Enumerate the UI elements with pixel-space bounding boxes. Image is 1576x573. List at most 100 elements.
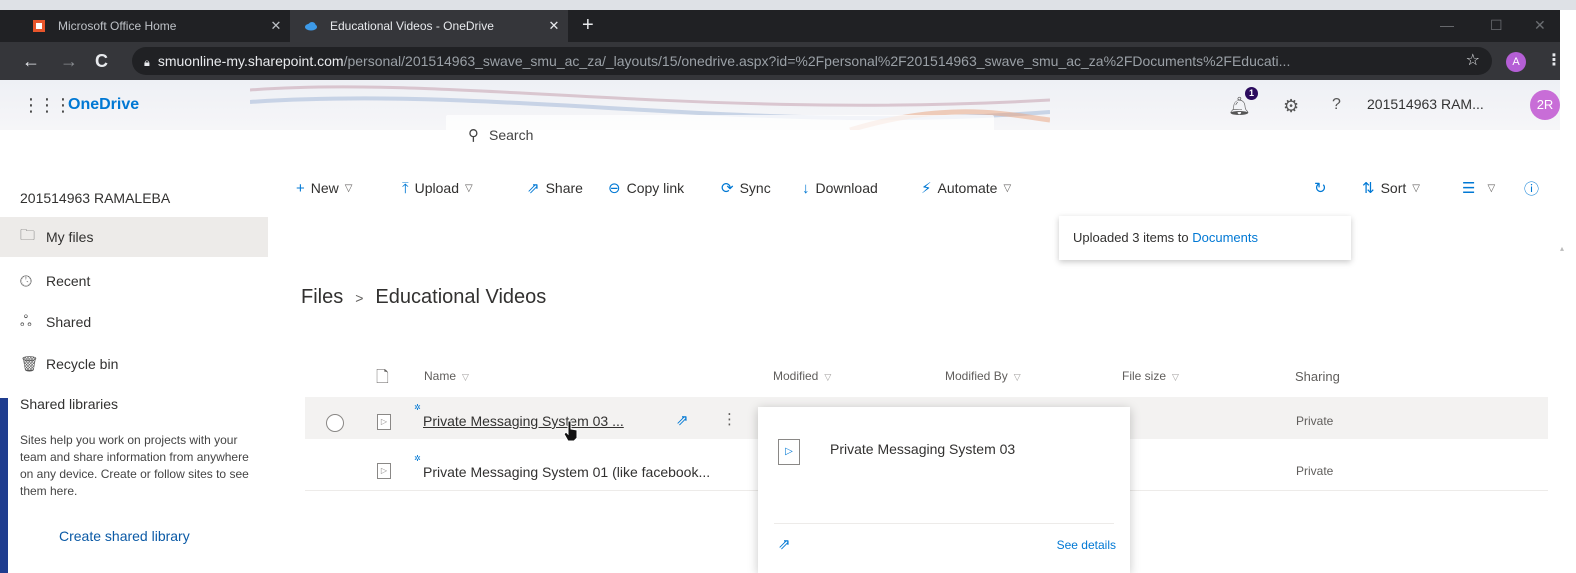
nav-item-recent[interactable]: 🕓︎ Recent bbox=[0, 261, 268, 301]
column-modified-label: Modified bbox=[773, 369, 819, 383]
file-type-header-icon[interactable]: 🗋 bbox=[376, 366, 389, 393]
url-path: /personal/201514963_swave_smu_ac_za/_lay… bbox=[343, 53, 1291, 69]
plus-icon: + bbox=[296, 179, 305, 197]
reload-icon[interactable]: C bbox=[95, 44, 108, 78]
chevron-down-icon: ▽ bbox=[1003, 182, 1012, 194]
hover-card-divider bbox=[774, 523, 1114, 524]
nav-item-label: Recycle bin bbox=[46, 356, 119, 372]
video-file-icon: ▷ bbox=[377, 414, 391, 430]
chevron-down-icon: ▽ bbox=[462, 372, 469, 382]
hover-card-title[interactable]: Private Messaging System 03 bbox=[830, 441, 1015, 457]
info-button[interactable]: ⓘ bbox=[1524, 178, 1545, 198]
refresh-button[interactable]: ↻ bbox=[1314, 178, 1333, 198]
video-file-icon: ▷ bbox=[377, 463, 391, 479]
automate-label: Automate bbox=[937, 180, 998, 196]
file-name-link[interactable]: Private Messaging System 01 (like facebo… bbox=[423, 464, 710, 480]
sync-button[interactable]: ⟳ Sync bbox=[721, 178, 771, 198]
sort-button[interactable]: ⇅ Sort ▽ bbox=[1362, 178, 1420, 198]
view-options-button[interactable]: ☰ ▽ bbox=[1462, 178, 1495, 198]
column-header-modified[interactable]: Modified ▽ bbox=[773, 369, 831, 383]
browser-tab-office[interactable]: Microsoft Office Home ✕ bbox=[18, 10, 290, 42]
browser-profile-avatar[interactable]: A bbox=[1506, 52, 1526, 72]
scrollbar-up-arrow-icon[interactable]: ▴ bbox=[1560, 244, 1568, 254]
lock-icon: 🔒︎ bbox=[144, 57, 150, 69]
browser-tab-onedrive[interactable]: Educational Videos - OneDrive ✕ bbox=[290, 10, 568, 42]
upload-button[interactable]: ⤒ Upload ▽ bbox=[402, 178, 473, 198]
nav-item-shared[interactable]: ஃ Shared bbox=[0, 302, 268, 342]
info-icon: ⓘ bbox=[1524, 180, 1540, 198]
column-file-size-label: File size bbox=[1122, 369, 1167, 383]
share-button[interactable]: ⇗ Share bbox=[527, 178, 583, 198]
hover-card-share-icon[interactable]: ⇗ bbox=[778, 535, 791, 553]
shared-libraries-heading: Shared libraries bbox=[20, 396, 119, 412]
chevron-down-icon: ▽ bbox=[465, 182, 473, 194]
new-label: New bbox=[310, 180, 339, 196]
settings-gear-icon[interactable]: ⚙ bbox=[1283, 96, 1299, 117]
tab-close-icon[interactable]: ✕ bbox=[540, 18, 568, 34]
row-share-icon[interactable]: ⇗ bbox=[676, 411, 689, 429]
onedrive-brand[interactable]: OneDrive bbox=[68, 96, 139, 114]
download-label: Download bbox=[815, 180, 878, 196]
folder-icon: 🗀 bbox=[20, 226, 36, 244]
column-header-sharing[interactable]: Sharing bbox=[1295, 369, 1340, 384]
see-details-link[interactable]: See details bbox=[1057, 538, 1116, 552]
new-file-sparkle-icon: ✲ bbox=[414, 454, 421, 463]
nav-item-my-files[interactable]: 🗀 My files bbox=[0, 217, 268, 257]
search-box[interactable]: ⚲ Search bbox=[446, 115, 994, 155]
sort-label: Sort bbox=[1380, 180, 1407, 196]
chevron-down-icon: ▽ bbox=[1013, 372, 1021, 382]
right-edge bbox=[1560, 10, 1576, 573]
new-tab-icon[interactable]: + bbox=[582, 10, 594, 42]
breadcrumb-separator: > bbox=[355, 290, 364, 306]
app-launcher-icon[interactable]: ⋮⋮⋮ bbox=[22, 95, 72, 116]
people-icon: ஃ bbox=[20, 312, 32, 330]
nav-item-recycle-bin[interactable]: 🗑︎ Recycle bin bbox=[0, 344, 268, 384]
window-close-icon[interactable]: ✕ bbox=[1534, 10, 1546, 42]
help-icon[interactable]: ? bbox=[1332, 96, 1341, 114]
user-avatar[interactable]: 2R bbox=[1530, 90, 1560, 120]
address-bar[interactable]: 🔒︎ smuonline-my.sharepoint.com/personal/2… bbox=[132, 47, 1492, 75]
tab-close-icon[interactable]: ✕ bbox=[262, 18, 290, 34]
sync-label: Sync bbox=[739, 180, 771, 196]
column-name-label: Name bbox=[424, 369, 457, 383]
chevron-down-icon: ▽ bbox=[1487, 182, 1496, 194]
column-modified-by-label: Modified By bbox=[945, 369, 1008, 383]
new-file-sparkle-icon: ✲ bbox=[414, 403, 421, 412]
column-header-name[interactable]: Name ▽ bbox=[424, 369, 469, 383]
upload-label: Upload bbox=[414, 180, 460, 196]
download-button[interactable]: ↓ Download bbox=[802, 178, 878, 198]
maximize-icon[interactable]: ☐ bbox=[1490, 10, 1503, 42]
new-button[interactable]: + New ▽ bbox=[296, 178, 352, 198]
automate-icon: ⚡︎ bbox=[921, 180, 932, 197]
account-name: 201514963 RAMALEBA bbox=[20, 190, 171, 206]
column-header-file-size[interactable]: File size ▽ bbox=[1122, 369, 1179, 383]
automate-button[interactable]: ⚡︎ Automate ▽ bbox=[921, 178, 1011, 198]
chevron-down-icon: ▽ bbox=[344, 182, 353, 194]
hand-cursor-icon bbox=[563, 420, 578, 442]
notification-text: Uploaded 3 items to bbox=[1073, 230, 1193, 245]
create-shared-library-link[interactable]: Create shared library bbox=[59, 528, 190, 544]
copy-link-button[interactable]: ⊖ Copy link bbox=[608, 178, 684, 198]
back-icon[interactable]: ← bbox=[22, 44, 40, 78]
user-name[interactable]: 201514963 RAM... bbox=[1367, 96, 1484, 112]
copy-link-label: Copy link bbox=[626, 180, 685, 196]
column-header-modified-by[interactable]: Modified By ▽ bbox=[945, 369, 1021, 383]
bookmark-star-icon[interactable]: ☆ bbox=[1466, 47, 1480, 75]
forward-icon[interactable]: → bbox=[60, 44, 78, 78]
onedrive-cloud-icon bbox=[305, 22, 317, 31]
link-icon: ⊖ bbox=[608, 180, 621, 197]
row-sharing-status: Private bbox=[1296, 414, 1334, 428]
nav-item-label: Recent bbox=[46, 273, 91, 289]
chevron-down-icon: ▽ bbox=[824, 372, 832, 382]
tab-title: Microsoft Office Home bbox=[58, 19, 177, 33]
minimize-icon[interactable]: — bbox=[1440, 10, 1454, 42]
search-icon: ⚲ bbox=[468, 127, 479, 144]
breadcrumb-root[interactable]: Files bbox=[301, 286, 343, 308]
row-select-radio[interactable] bbox=[326, 414, 344, 432]
file-hover-card: ▷ Private Messaging System 03 ⇗ See deta… bbox=[758, 407, 1130, 573]
download-icon: ↓ bbox=[802, 179, 810, 197]
nav-item-label: My files bbox=[46, 229, 94, 245]
file-name-link[interactable]: Private Messaging System 03 ... bbox=[423, 413, 624, 429]
row-more-icon[interactable]: ⋮ bbox=[722, 410, 737, 428]
notification-link[interactable]: Documents bbox=[1192, 230, 1258, 245]
